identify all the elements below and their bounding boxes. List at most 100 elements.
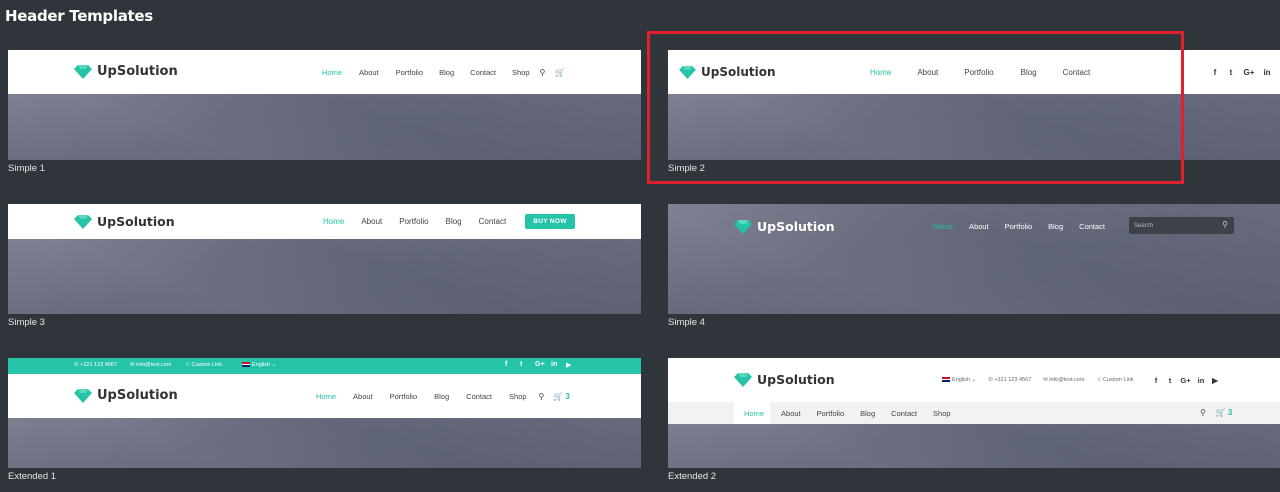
main-nav: Home About Portfolio Blog Contact <box>323 217 506 226</box>
linkedin-icon[interactable]: in <box>551 361 557 368</box>
language-selector[interactable]: English ⌄ <box>942 377 976 383</box>
search-input[interactable]: Search ⚲ <box>1129 217 1234 234</box>
nav-item-portfolio[interactable]: Portfolio <box>390 392 418 401</box>
facebook-icon[interactable]: f <box>1152 376 1160 385</box>
shop-tools: ⚲ 🛒 3 <box>1200 408 1232 417</box>
template-extended-2[interactable]: UpSolution English ⌄ ✆ +321 123 4567 ✉ i… <box>668 358 1280 468</box>
template-simple-3[interactable]: UpSolution Home About Portfolio Blog Con… <box>8 204 641 314</box>
flag-icon <box>942 377 950 383</box>
top-bar: ✆ +321 123 4567 ✉ info@test.com ☆ Custom… <box>8 358 641 374</box>
nav-item-contact[interactable]: Contact <box>1079 222 1105 231</box>
buy-now-button[interactable]: BUY NOW <box>525 214 575 229</box>
logo-text: UpSolution <box>97 214 175 229</box>
nav-item-blog[interactable]: Blog <box>439 68 454 77</box>
diamond-icon <box>74 388 92 403</box>
search-icon[interactable]: ⚲ <box>1200 408 1206 417</box>
nav-item-contact[interactable]: Contact <box>891 409 917 418</box>
diamond-icon <box>734 372 752 387</box>
nav-item-shop[interactable]: Shop <box>509 392 527 401</box>
nav-item-shop[interactable]: Shop <box>933 409 951 418</box>
email-link[interactable]: ✉ info@test.com <box>1043 377 1084 383</box>
main-nav: Home About Portfolio Blog Contact Shop ⚲… <box>322 68 565 77</box>
google-plus-icon[interactable]: G+ <box>535 361 545 368</box>
main-nav: Home About Portfolio Blog Contact Shop <box>744 409 951 418</box>
utility-bar: English ⌄ ✆ +321 123 4567 ✉ info@test.co… <box>942 377 1144 383</box>
caption-simple-1: Simple 1 <box>8 163 45 174</box>
logo: UpSolution <box>734 219 835 234</box>
nav-item-home[interactable]: Home <box>744 409 764 418</box>
cart-icon[interactable]: 🛒 <box>1216 408 1226 417</box>
search-icon[interactable]: ⚲ <box>540 68 546 77</box>
twitter-icon[interactable]: t <box>520 361 522 368</box>
template-extended-1[interactable]: ✆ +321 123 4567 ✉ info@test.com ☆ Custom… <box>8 358 641 468</box>
logo-text: UpSolution <box>97 64 178 79</box>
nav-item-home[interactable]: Home <box>933 222 953 231</box>
nav-item-blog[interactable]: Blog <box>434 392 449 401</box>
nav-item-portfolio[interactable]: Portfolio <box>396 68 424 77</box>
template-simple-1[interactable]: UpSolution Home About Portfolio Blog Con… <box>8 50 641 160</box>
highlight-frame <box>647 31 1184 184</box>
main-nav: Home About Portfolio Blog Contact <box>933 222 1105 231</box>
cart-icon[interactable]: 🛒 <box>553 392 563 401</box>
nav-item-portfolio[interactable]: Portfolio <box>399 217 428 226</box>
youtube-icon[interactable]: ▶ <box>1211 376 1219 385</box>
logo: UpSolution <box>74 64 178 79</box>
cart-icon[interactable]: 🛒 <box>555 68 565 77</box>
search-placeholder: Search <box>1134 222 1154 229</box>
nav-item-home[interactable]: Home <box>323 217 344 226</box>
logo: UpSolution <box>734 372 835 387</box>
template-simple-4[interactable]: UpSolution Home About Portfolio Blog Con… <box>668 204 1280 314</box>
phone-text: ✆ +321 123 4567 <box>988 377 1032 383</box>
google-plus-icon[interactable]: G+ <box>1243 68 1255 77</box>
facebook-icon[interactable]: f <box>505 361 507 368</box>
linkedin-icon[interactable]: in <box>1263 68 1271 77</box>
page-title: Header Templates <box>5 7 153 25</box>
main-nav: Home About Portfolio Blog Contact Shop ⚲… <box>316 392 570 401</box>
nav-item-about[interactable]: About <box>353 392 373 401</box>
logo-text: UpSolution <box>757 219 835 234</box>
linkedin-icon[interactable]: in <box>1197 376 1205 385</box>
diamond-icon <box>734 219 752 234</box>
nav-item-about[interactable]: About <box>361 217 382 226</box>
nav-item-portfolio[interactable]: Portfolio <box>1005 222 1033 231</box>
nav-item-blog[interactable]: Blog <box>1048 222 1063 231</box>
cart-count: 3 <box>1227 408 1233 417</box>
nav-item-about[interactable]: About <box>781 409 801 418</box>
logo-text: UpSolution <box>97 388 178 403</box>
cart-count: 3 <box>565 392 570 401</box>
nav-item-shop[interactable]: Shop <box>512 68 530 77</box>
nav-item-about[interactable]: About <box>969 222 989 231</box>
diamond-icon <box>74 64 92 79</box>
google-plus-icon[interactable]: G+ <box>1180 376 1191 385</box>
search-icon[interactable]: ⚲ <box>539 392 545 401</box>
caption-extended-2: Extended 2 <box>668 471 717 482</box>
search-icon[interactable]: ⚲ <box>1222 220 1228 229</box>
caption-extended-1: Extended 1 <box>8 471 57 482</box>
nav-item-home[interactable]: Home <box>316 392 336 401</box>
nav-item-contact[interactable]: Contact <box>466 392 492 401</box>
custom-link[interactable]: ☆ Custom Link <box>185 362 222 368</box>
language-selector[interactable]: English ⌄ <box>242 362 276 368</box>
logo: UpSolution <box>74 214 175 229</box>
facebook-icon[interactable]: f <box>1211 68 1219 77</box>
logo-text: UpSolution <box>757 372 835 387</box>
email-link[interactable]: ✉ info@test.com <box>130 362 171 368</box>
social-links: f t G+ in ▶ <box>1152 376 1219 385</box>
diamond-icon <box>74 214 92 229</box>
nav-item-contact[interactable]: Contact <box>470 68 496 77</box>
nav-item-blog[interactable]: Blog <box>446 217 462 226</box>
custom-link[interactable]: ☆ Custom Link <box>1097 377 1134 383</box>
caption-simple-3: Simple 3 <box>8 317 45 328</box>
nav-item-home[interactable]: Home <box>322 68 342 77</box>
nav-item-about[interactable]: About <box>359 68 379 77</box>
youtube-icon[interactable]: ▶ <box>566 361 571 369</box>
nav-item-blog[interactable]: Blog <box>860 409 875 418</box>
caption-simple-4: Simple 4 <box>668 317 705 328</box>
social-links: f t G+ in <box>1211 68 1271 77</box>
nav-item-portfolio[interactable]: Portfolio <box>817 409 845 418</box>
twitter-icon[interactable]: t <box>1166 376 1174 385</box>
twitter-icon[interactable]: t <box>1227 68 1235 77</box>
nav-item-contact[interactable]: Contact <box>479 217 507 226</box>
flag-icon <box>242 362 250 368</box>
logo: UpSolution <box>74 388 178 403</box>
